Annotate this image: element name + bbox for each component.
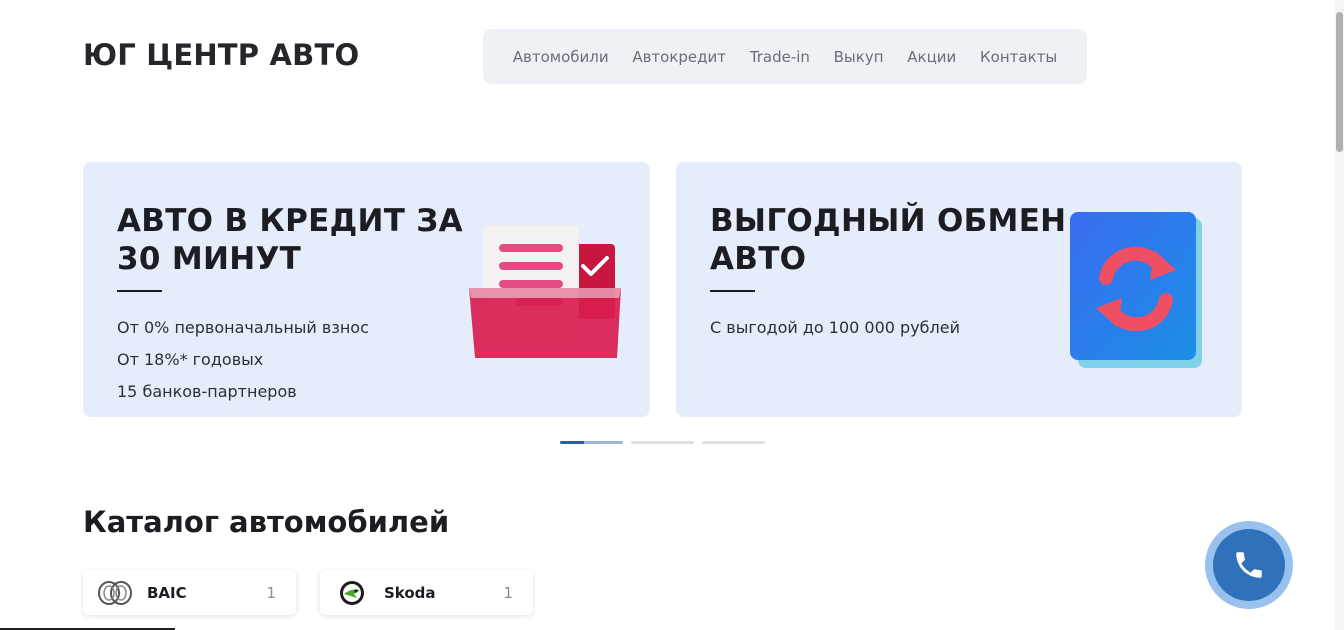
nav-item-trade-in[interactable]: Trade-in: [750, 48, 810, 66]
promo-bullet: С выгодой до 100 000 рублей: [710, 318, 960, 337]
promo-bullet: 15 банков-партнеров: [117, 382, 297, 401]
promo-title-line: АВТО В КРЕДИТ ЗА: [117, 203, 463, 239]
carousel-dot[interactable]: [702, 441, 765, 444]
promo-card-credit[interactable]: АВТО В КРЕДИТ ЗА 30 МИНУТ От 0% первонач…: [83, 162, 650, 417]
divider: [710, 290, 755, 292]
site-logo[interactable]: ЮГ ЦЕНТР АВТО: [83, 38, 359, 72]
exchange-arrows-icon: [1070, 212, 1202, 368]
skoda-logo-icon: [334, 579, 370, 607]
brand-count: 1: [266, 583, 276, 602]
carousel-dot-active[interactable]: [560, 441, 623, 444]
baic-logo-icon: [97, 579, 133, 607]
brand-name: Skoda: [384, 583, 436, 602]
brand-card-skoda[interactable]: Skoda 1: [320, 570, 533, 615]
promo-card-trade-in[interactable]: ВЫГОДНЫЙ ОБМЕН АВТО С выгодой до 100 000…: [676, 162, 1242, 417]
promo-title-line: АВТО: [710, 241, 807, 277]
promo-title-line: 30 МИНУТ: [117, 241, 302, 277]
promo-bullets: С выгодой до 100 000 рублей: [710, 312, 960, 344]
promo-bullets: От 0% первоначальный взнос От 18%* годов…: [117, 312, 369, 408]
scrollbar-thumb[interactable]: [1336, 12, 1343, 152]
brand-count: 1: [503, 583, 513, 602]
brand-name: BAIC: [147, 583, 187, 602]
main-nav: Автомобили Автокредит Trade-in Выкуп Акц…: [483, 29, 1087, 84]
brand-card-baic[interactable]: BAIC 1: [83, 570, 296, 615]
catalog-title: Каталог автомобилей: [83, 505, 450, 539]
nav-item-cars[interactable]: Автомобили: [513, 48, 609, 66]
promo-bullet: От 18%* годовых: [117, 350, 264, 369]
divider: [117, 290, 162, 292]
credit-folder-icon: [469, 225, 621, 358]
nav-item-credit[interactable]: Автокредит: [632, 48, 726, 66]
nav-item-promotions[interactable]: Акции: [907, 48, 956, 66]
page-scrollbar[interactable]: [1335, 0, 1344, 630]
promo-card-title: АВТО В КРЕДИТ ЗА 30 МИНУТ: [117, 202, 463, 278]
nav-item-buyout[interactable]: Выкуп: [834, 48, 884, 66]
call-button-inner: [1213, 529, 1285, 601]
carousel-pagination: [560, 441, 765, 444]
promo-card-title: ВЫГОДНЫЙ ОБМЕН АВТО: [710, 202, 1066, 278]
phone-icon: [1236, 552, 1262, 578]
promo-title-line: ВЫГОДНЫЙ ОБМЕН: [710, 203, 1067, 239]
carousel-dot[interactable]: [631, 441, 694, 444]
nav-item-contacts[interactable]: Контакты: [980, 48, 1057, 66]
call-button[interactable]: [1205, 521, 1293, 609]
promo-bullet: От 0% первоначальный взнос: [117, 318, 369, 337]
